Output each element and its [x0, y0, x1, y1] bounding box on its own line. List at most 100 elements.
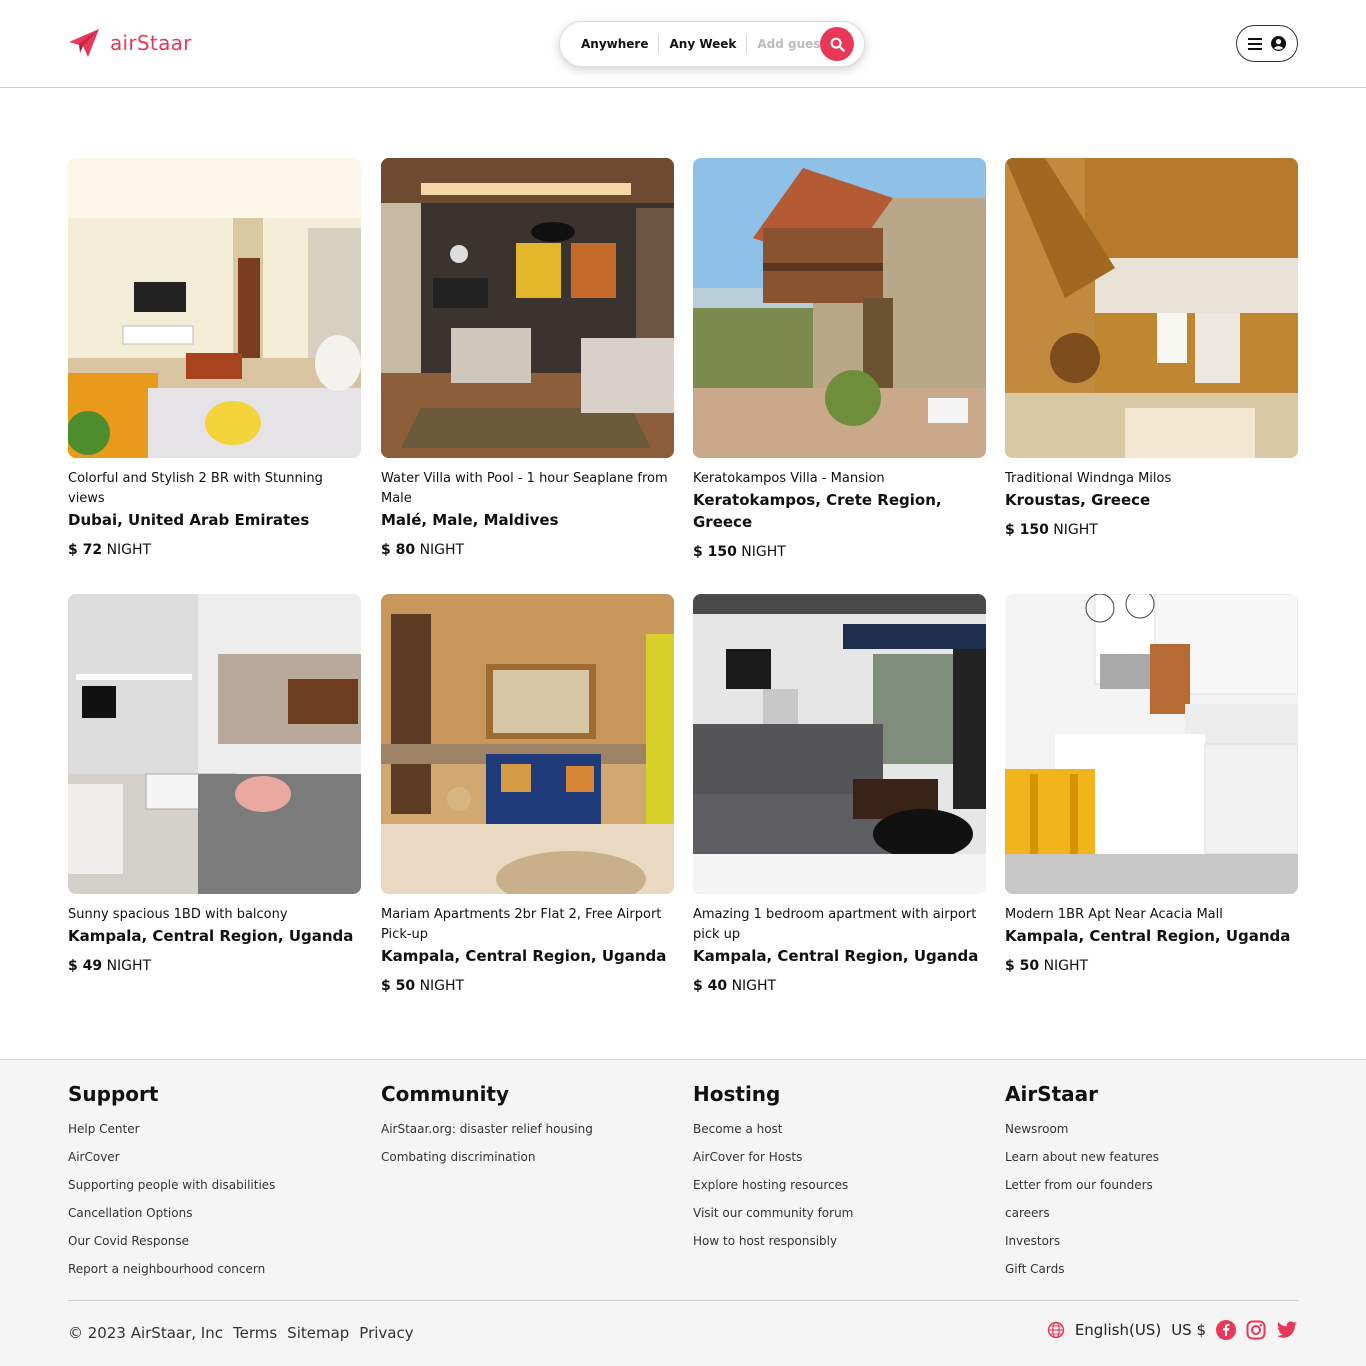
price-unit: NIGHT — [106, 958, 152, 974]
footer-link[interactable]: Our Covid Response — [68, 1234, 358, 1262]
search-bar[interactable]: Anywhere Any Week Add guests — [559, 21, 865, 67]
listing-photo[interactable] — [68, 594, 361, 894]
footer-link[interactable]: Help Center — [68, 1122, 358, 1150]
listing-photo[interactable] — [693, 158, 986, 458]
footer-link[interactable]: careers — [1005, 1206, 1295, 1234]
listing-price: $ 72 NIGHT — [68, 542, 361, 558]
footer-link[interactable]: Cancellation Options — [68, 1206, 358, 1234]
footer-link[interactable]: AirCover for Hosts — [693, 1150, 983, 1178]
search-where[interactable]: Anywhere — [571, 37, 658, 51]
footer-link[interactable]: Gift Cards — [1005, 1262, 1295, 1290]
footer-link[interactable]: Supporting people with disabilities — [68, 1178, 358, 1206]
search-when[interactable]: Any Week — [659, 37, 746, 51]
user-menu-button[interactable] — [1236, 25, 1298, 62]
listing-photo[interactable] — [1005, 594, 1298, 894]
listing-card[interactable]: Mariam Apartments 2br Flat 2, Free Airpo… — [381, 594, 674, 994]
listing-card[interactable]: Water Villa with Pool - 1 hour Seaplane … — [381, 158, 674, 558]
top-header: airStaar Anywhere Any Week Add guests — [0, 0, 1366, 88]
listing-photo[interactable] — [381, 158, 674, 458]
price-amount: $ 150 — [1005, 522, 1049, 538]
listing-card[interactable]: Traditional Windnga Milos Kroustas, Gree… — [1005, 158, 1298, 538]
listing-price: $ 49 NIGHT — [68, 958, 361, 974]
footer-column-hosting: Hosting Become a host AirCover for Hosts… — [693, 1082, 983, 1262]
search-icon — [830, 37, 845, 52]
privacy-link[interactable]: Privacy — [359, 1324, 413, 1342]
listing-price: $ 50 NIGHT — [381, 978, 674, 994]
footer-link[interactable]: Learn about new features — [1005, 1150, 1295, 1178]
footer-heading: AirStaar — [1005, 1082, 1099, 1106]
footer-link[interactable]: Visit our community forum — [693, 1206, 983, 1234]
listing-location: Kampala, Central Region, Uganda — [68, 927, 354, 945]
footer-heading: Community — [381, 1082, 510, 1106]
listing-price: $ 40 NIGHT — [693, 978, 986, 994]
listing-title: Colorful and Stylish 2 BR with Stunning … — [68, 471, 323, 506]
footer-link[interactable]: Letter from our founders — [1005, 1178, 1295, 1206]
terms-link[interactable]: Terms — [233, 1324, 277, 1342]
footer-link[interactable]: Combating discrimination — [381, 1150, 671, 1178]
listing-photo[interactable] — [693, 594, 986, 894]
user-avatar-icon — [1271, 36, 1286, 51]
twitter-icon[interactable] — [1276, 1321, 1298, 1339]
listing-title: Keratokampos Villa - Mansion — [693, 471, 885, 486]
listing-card[interactable]: Modern 1BR Apt Near Acacia Mall Kampala,… — [1005, 594, 1298, 974]
brand-logo[interactable]: airStaar — [68, 28, 192, 58]
footer-divider — [68, 1300, 1298, 1301]
footer-link[interactable]: Explore hosting resources — [693, 1178, 983, 1206]
price-amount: $ 40 — [693, 978, 728, 994]
footer-link[interactable]: Report a neighbourhood concern — [68, 1262, 358, 1290]
price-unit: NIGHT — [1053, 522, 1098, 538]
language-selector[interactable]: English(US) — [1075, 1321, 1161, 1339]
listing-price: $ 80 NIGHT — [381, 542, 674, 558]
footer-link[interactable]: Newsroom — [1005, 1122, 1295, 1150]
listing-photo[interactable] — [381, 594, 674, 894]
listing-title: Modern 1BR Apt Near Acacia Mall — [1005, 907, 1223, 922]
price-amount: $ 49 — [68, 958, 103, 974]
price-amount: $ 80 — [381, 542, 416, 558]
listing-location: Keratokampos, Crete Region, Greece — [693, 491, 942, 531]
globe-icon[interactable] — [1047, 1321, 1065, 1339]
footer-link[interactable]: AirCover — [68, 1150, 358, 1178]
listing-title: Water Villa with Pool - 1 hour Seaplane … — [381, 471, 668, 506]
price-unit: NIGHT — [106, 542, 152, 558]
listing-price: $ 150 NIGHT — [1005, 522, 1298, 538]
listing-location: Kampala, Central Region, Uganda — [1005, 927, 1291, 945]
footer-column-airstaar: AirStaar Newsroom Learn about new featur… — [1005, 1082, 1295, 1290]
footer-heading: Support — [68, 1082, 159, 1106]
footer-link[interactable]: Investors — [1005, 1234, 1295, 1262]
listing-title: Traditional Windnga Milos — [1005, 471, 1172, 486]
listing-location: Kampala, Central Region, Uganda — [693, 947, 979, 965]
search-button[interactable] — [820, 27, 854, 61]
instagram-icon[interactable] — [1246, 1320, 1266, 1340]
listing-card[interactable]: Keratokampos Villa - Mansion Keratokampo… — [693, 158, 986, 560]
footer-link[interactable]: Become a host — [693, 1122, 983, 1150]
footer-link[interactable]: How to host responsibly — [693, 1234, 983, 1262]
footer-heading: Hosting — [693, 1082, 781, 1106]
footer-column-community: Community AirStaar.org: disaster relief … — [381, 1082, 671, 1178]
price-amount: $ 50 — [381, 978, 416, 994]
listing-price: $ 50 NIGHT — [1005, 958, 1298, 974]
listing-location: Kampala, Central Region, Uganda — [381, 947, 667, 965]
footer-column-support: Support Help Center AirCover Supporting … — [68, 1082, 358, 1290]
price-unit: NIGHT — [731, 978, 777, 994]
price-amount: $ 50 — [1005, 958, 1040, 974]
listing-location: Kroustas, Greece — [1005, 491, 1151, 509]
price-amount: $ 150 — [693, 544, 737, 560]
listing-card[interactable]: Colorful and Stylish 2 BR with Stunning … — [68, 158, 361, 558]
site-footer: Support Help Center AirCover Supporting … — [0, 1059, 1366, 1366]
footer-link[interactable]: AirStaar.org: disaster relief housing — [381, 1122, 671, 1150]
listing-card[interactable]: Sunny spacious 1BD with balcony Kampala,… — [68, 594, 361, 974]
footer-preferences: English(US) US $ — [1047, 1320, 1298, 1340]
price-amount: $ 72 — [68, 542, 103, 558]
listing-photo[interactable] — [68, 158, 361, 458]
facebook-icon[interactable] — [1216, 1320, 1236, 1340]
sitemap-link[interactable]: Sitemap — [287, 1324, 349, 1342]
listing-card[interactable]: Amazing 1 bedroom apartment with airport… — [693, 594, 986, 994]
listing-photo[interactable] — [1005, 158, 1298, 458]
listing-location: Malé, Male, Maldives — [381, 511, 559, 529]
currency-selector[interactable]: US $ — [1171, 1321, 1206, 1339]
brand-name: airStaar — [110, 31, 192, 55]
price-unit: NIGHT — [419, 978, 465, 994]
listing-location: Dubai, United Arab Emirates — [68, 511, 310, 529]
footer-legal: © 2023 AirStaar, Inc Terms Sitemap Priva… — [68, 1324, 414, 1342]
price-unit: NIGHT — [419, 542, 465, 558]
